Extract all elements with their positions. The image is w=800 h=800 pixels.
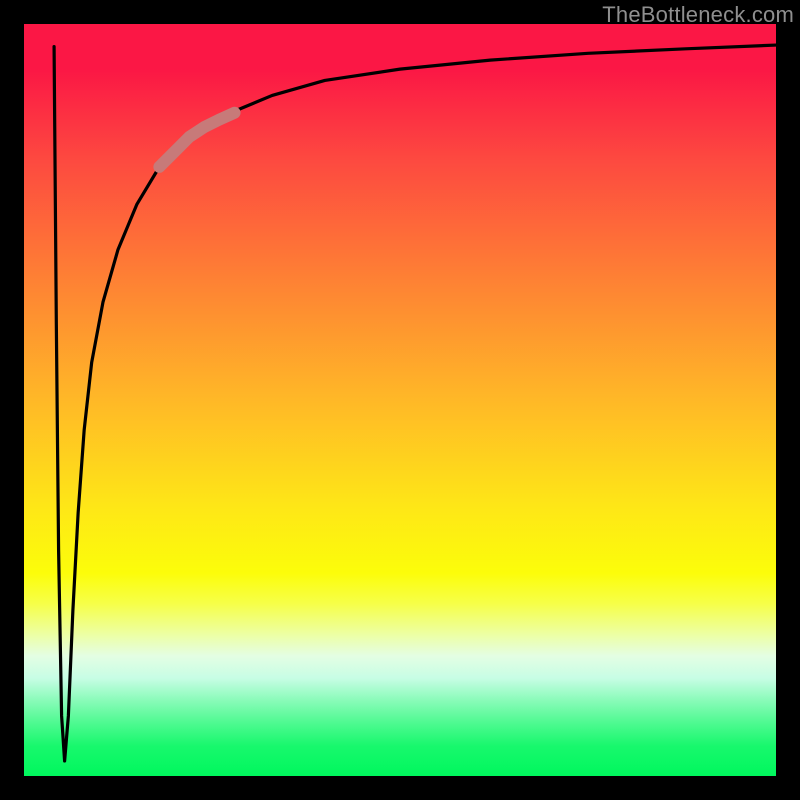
chart-stage: TheBottleneck.com — [0, 0, 800, 800]
highlight-segment — [159, 113, 234, 167]
bottleneck-curve — [54, 45, 776, 761]
curve-layer — [24, 24, 776, 776]
